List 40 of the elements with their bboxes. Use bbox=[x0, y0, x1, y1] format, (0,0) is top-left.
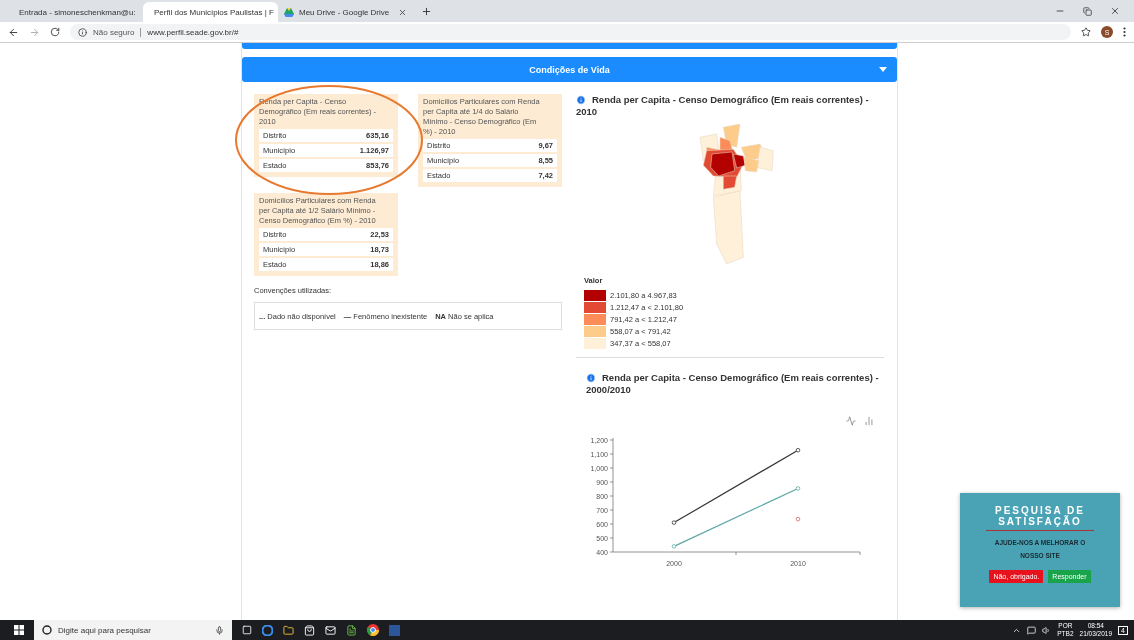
survey-title: PESQUISA DE SATISFAÇÃO bbox=[986, 505, 1094, 531]
back-icon[interactable] bbox=[8, 26, 19, 38]
chart-title: Renda per Capita - Censo Demográfico (Em reais correntes) - 2000/2010 bbox=[585, 372, 880, 396]
info-icon bbox=[78, 27, 87, 37]
close-icon[interactable] bbox=[1110, 6, 1120, 16]
data-point bbox=[795, 448, 801, 453]
menu-icon[interactable] bbox=[1123, 27, 1126, 37]
folder-icon[interactable] bbox=[283, 624, 294, 636]
data-point bbox=[795, 516, 801, 522]
search-placeholder: Digite aqui para pesquisar bbox=[58, 625, 152, 635]
store-bag-icon[interactable] bbox=[304, 624, 315, 636]
triangle-logo-icon bbox=[284, 7, 294, 17]
data-point bbox=[671, 520, 677, 525]
search-icon bbox=[42, 625, 52, 635]
document-icon[interactable] bbox=[346, 624, 357, 636]
mail-icon[interactable] bbox=[325, 624, 336, 636]
security-label: Não seguro bbox=[93, 27, 142, 37]
address-bar[interactable]: Não seguro www.perfil.seade.gov.br/# bbox=[70, 24, 1071, 40]
new-tab-icon[interactable] bbox=[421, 6, 432, 17]
data-point bbox=[671, 544, 677, 549]
url-text: www.perfil.seade.gov.br/# bbox=[147, 27, 239, 37]
caret-icon bbox=[879, 67, 887, 72]
task-view-icon[interactable] bbox=[242, 625, 252, 635]
reload-icon[interactable] bbox=[50, 27, 60, 37]
taskbar-search-field[interactable]: Digite aqui para pesquisar bbox=[34, 620, 232, 640]
bookmark-star-icon[interactable] bbox=[1081, 27, 1091, 37]
info-icon[interactable] bbox=[576, 95, 586, 105]
browser-tab[interactable]: Perfil dos Municípios Paulistas | F bbox=[143, 2, 278, 22]
microphone-icon[interactable] bbox=[215, 625, 224, 635]
browser-tab[interactable]: Entrada - simoneschenkman@u: bbox=[8, 2, 143, 22]
speaker-icon[interactable] bbox=[1042, 625, 1052, 635]
map-title: Renda per Capita - Censo Demográfico (Em reais correntes) - 2010 bbox=[576, 94, 870, 118]
network-icon[interactable] bbox=[1027, 625, 1037, 635]
info-icon[interactable] bbox=[586, 373, 596, 383]
data-point bbox=[795, 486, 801, 491]
chrome-icon[interactable] bbox=[367, 624, 379, 636]
windows-logo-icon[interactable] bbox=[14, 625, 24, 635]
restore-icon[interactable] bbox=[1083, 6, 1092, 16]
close-icon[interactable] bbox=[398, 7, 407, 17]
browser-tab[interactable]: Meu Drive - Google Drive bbox=[278, 2, 413, 22]
